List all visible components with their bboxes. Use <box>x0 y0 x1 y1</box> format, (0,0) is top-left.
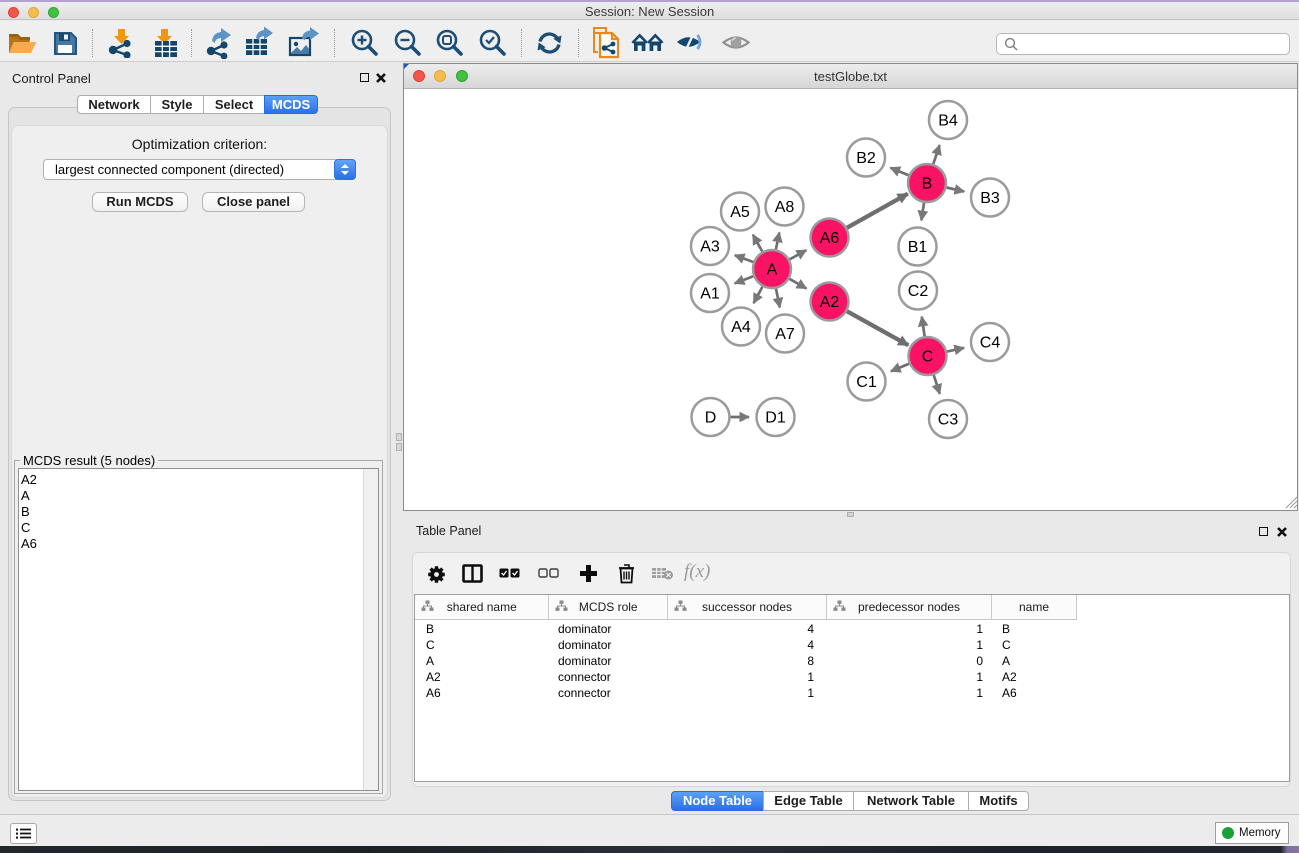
svg-text:D1: D1 <box>765 410 786 427</box>
svg-text:B: B <box>922 176 933 193</box>
svg-text:B1: B1 <box>908 239 928 256</box>
svg-text:A6: A6 <box>820 230 840 247</box>
svg-text:C3: C3 <box>938 412 959 429</box>
svg-text:A5: A5 <box>730 204 750 221</box>
svg-text:C1: C1 <box>856 374 877 391</box>
svg-text:A: A <box>767 262 778 279</box>
svg-text:B3: B3 <box>980 190 1000 207</box>
svg-text:B4: B4 <box>938 113 958 130</box>
svg-text:C4: C4 <box>980 335 1001 352</box>
svg-text:A1: A1 <box>700 286 720 303</box>
svg-text:C2: C2 <box>908 283 929 300</box>
svg-text:A4: A4 <box>731 319 751 336</box>
svg-text:A8: A8 <box>775 199 795 216</box>
svg-text:A2: A2 <box>820 294 840 311</box>
svg-text:B2: B2 <box>856 150 876 167</box>
svg-text:D: D <box>705 410 717 427</box>
svg-text:C: C <box>922 349 934 366</box>
svg-text:A7: A7 <box>775 326 795 343</box>
svg-text:A3: A3 <box>700 239 720 256</box>
